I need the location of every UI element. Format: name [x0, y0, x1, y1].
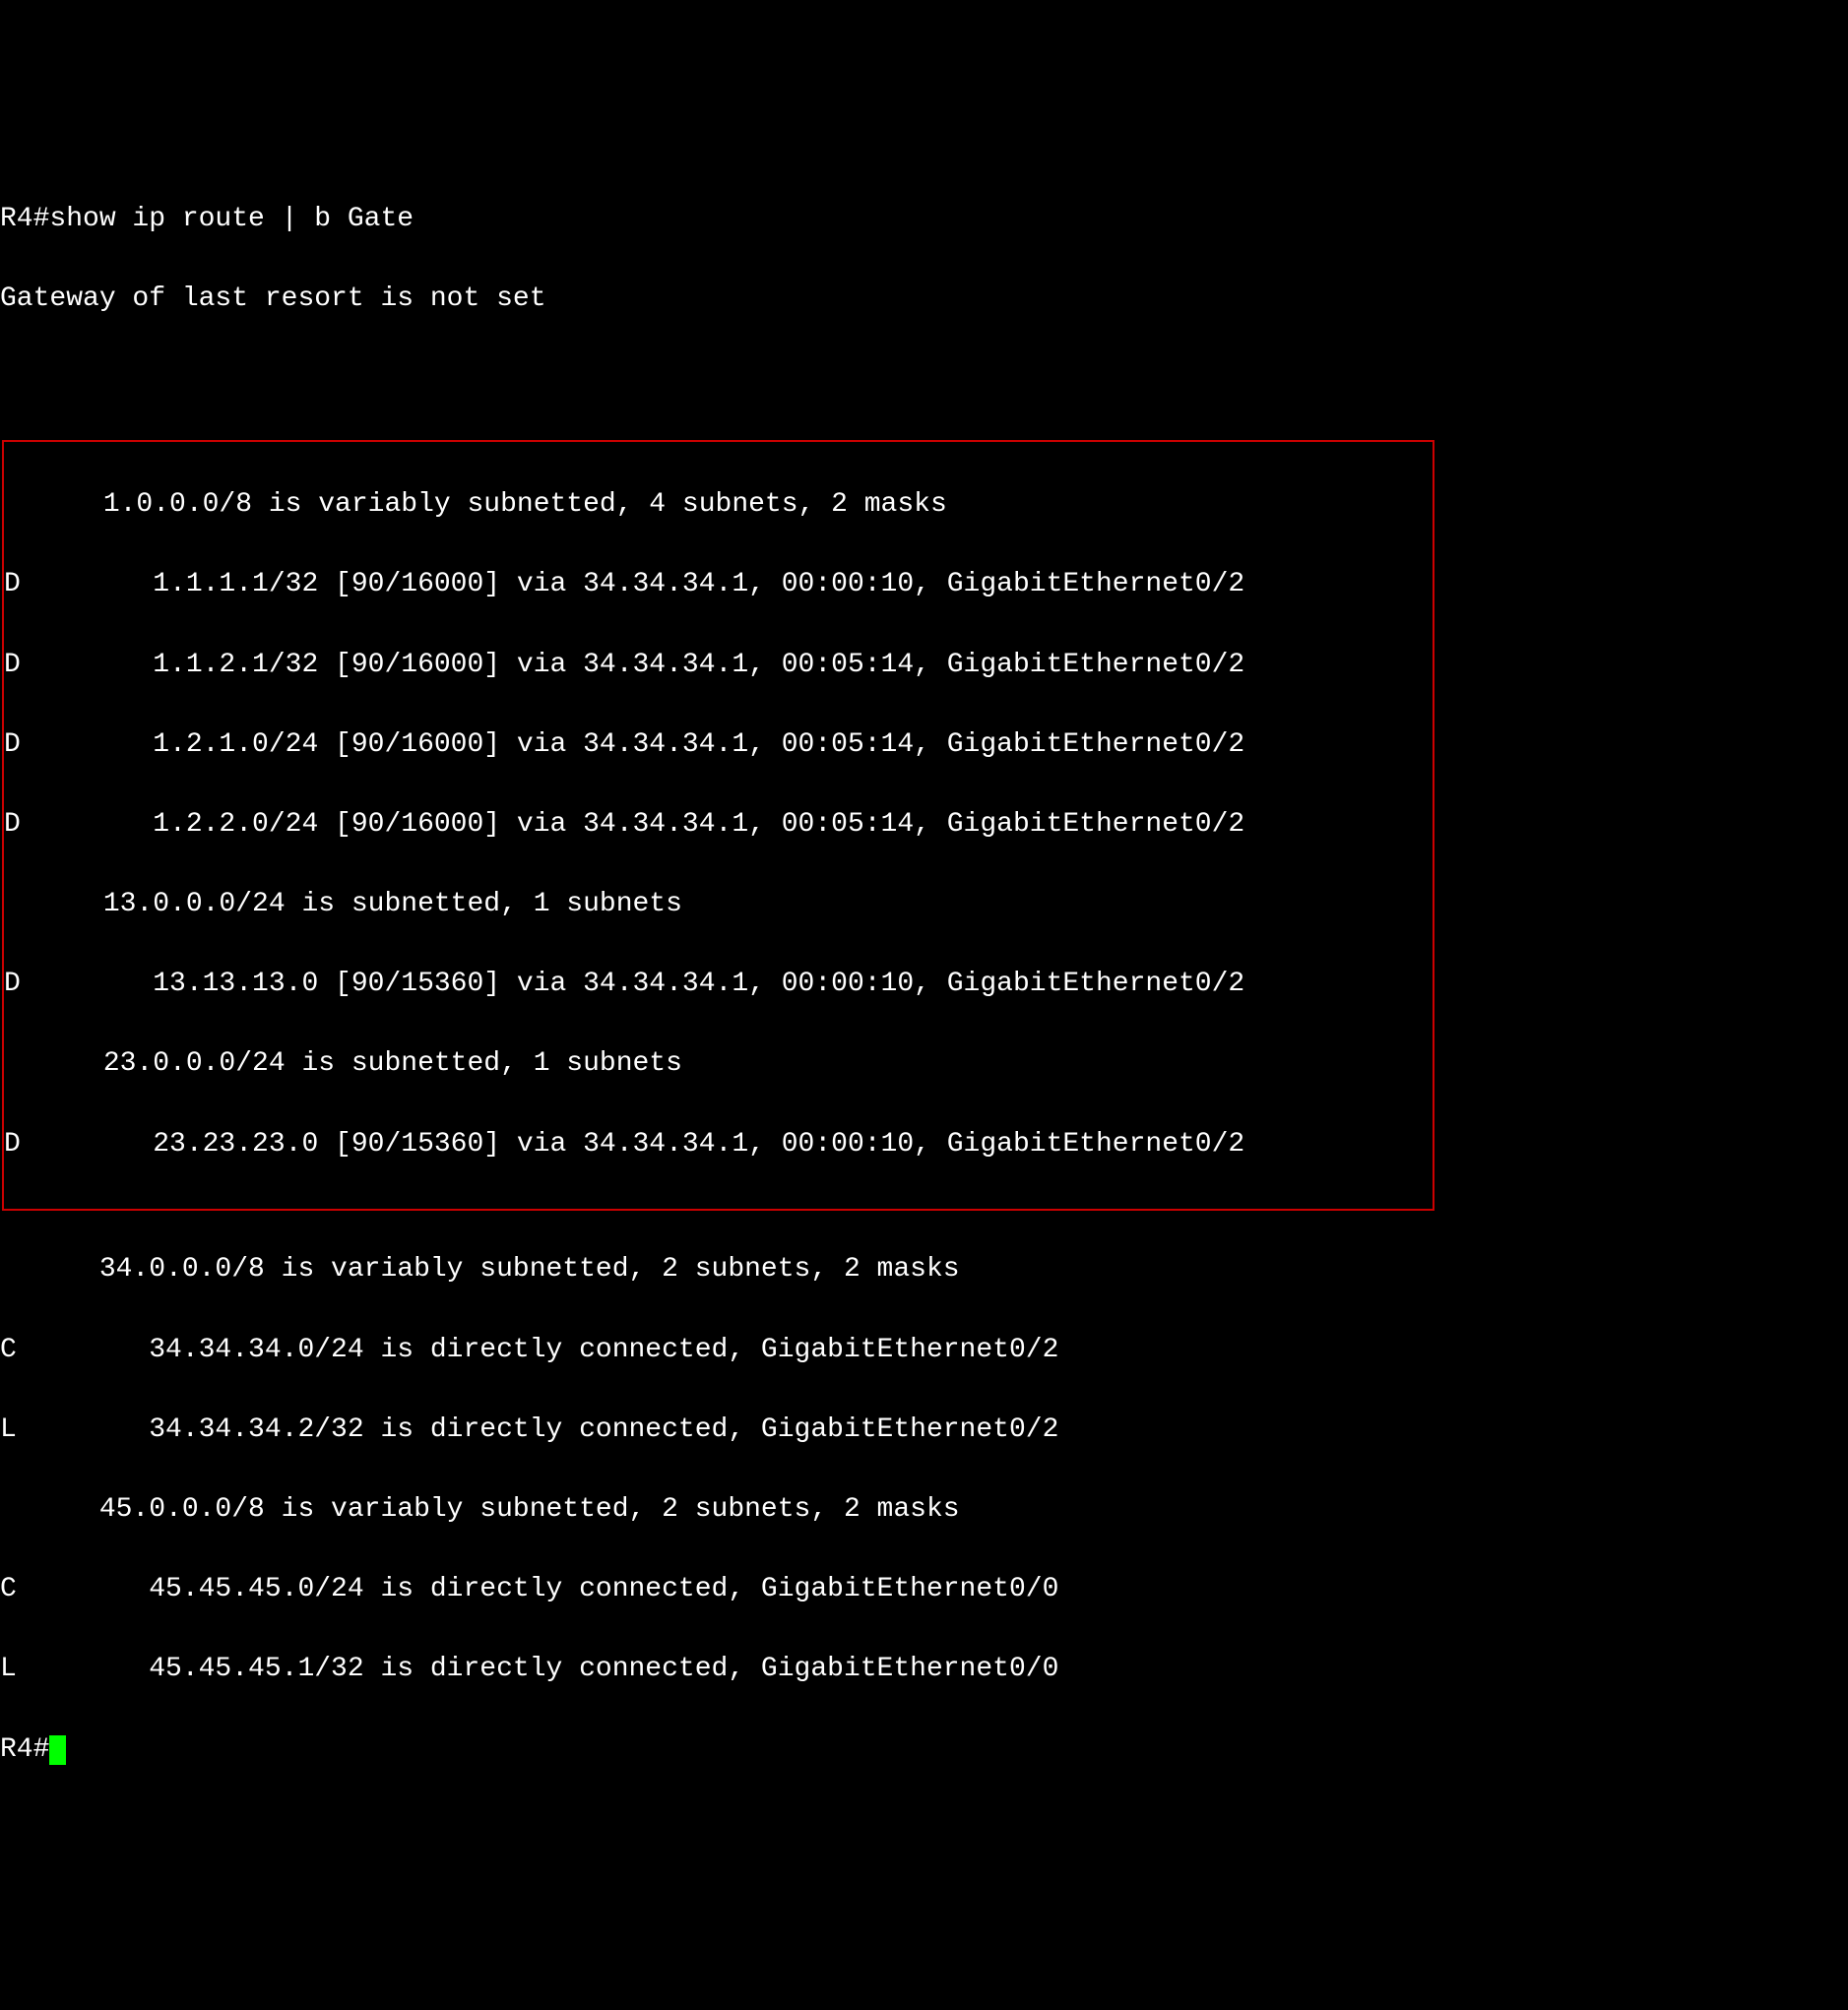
blank-line: [0, 359, 1848, 400]
route-summary-13: 13.0.0.0/24 is subnetted, 1 subnets: [4, 885, 1433, 925]
prompt-text: R4#: [0, 1730, 49, 1771]
route-entry-d2: D 1.1.2.1/32 [90/16000] via 34.34.34.1, …: [4, 646, 1433, 686]
route-entry-l1: L 34.34.34.2/32 is directly connected, G…: [0, 1411, 1848, 1451]
route-entry-d4: D 1.2.2.0/24 [90/16000] via 34.34.34.1, …: [4, 805, 1433, 846]
route-entry-d6: D 23.23.23.0 [90/15360] via 34.34.34.1, …: [4, 1125, 1433, 1165]
route-summary-1: 1.0.0.0/8 is variably subnetted, 4 subne…: [4, 485, 1433, 526]
highlighted-routes-box: 1.0.0.0/8 is variably subnetted, 4 subne…: [2, 440, 1434, 1211]
route-summary-23: 23.0.0.0/24 is subnetted, 1 subnets: [4, 1044, 1433, 1085]
route-entry-c2: C 45.45.45.0/24 is directly connected, G…: [0, 1570, 1848, 1610]
terminal-window[interactable]: R4#show ip route | b Gate Gateway of las…: [0, 159, 1848, 1809]
route-entry-l2: L 45.45.45.1/32 is directly connected, G…: [0, 1650, 1848, 1690]
gateway-line: Gateway of last resort is not set: [0, 280, 1848, 320]
route-entry-c1: C 34.34.34.0/24 is directly connected, G…: [0, 1331, 1848, 1371]
route-entry-d1: D 1.1.1.1/32 [90/16000] via 34.34.34.1, …: [4, 565, 1433, 605]
route-summary-45: 45.0.0.0/8 is variably subnetted, 2 subn…: [0, 1490, 1848, 1531]
route-entry-d5: D 13.13.13.0 [90/15360] via 34.34.34.1, …: [4, 965, 1433, 1005]
route-entry-d3: D 1.2.1.0/24 [90/16000] via 34.34.34.1, …: [4, 725, 1433, 766]
cursor-icon: [49, 1735, 66, 1765]
route-summary-34: 34.0.0.0/8 is variably subnetted, 2 subn…: [0, 1250, 1848, 1290]
command-line: R4#show ip route | b Gate: [0, 200, 1848, 240]
prompt-line[interactable]: R4#: [0, 1730, 1848, 1771]
